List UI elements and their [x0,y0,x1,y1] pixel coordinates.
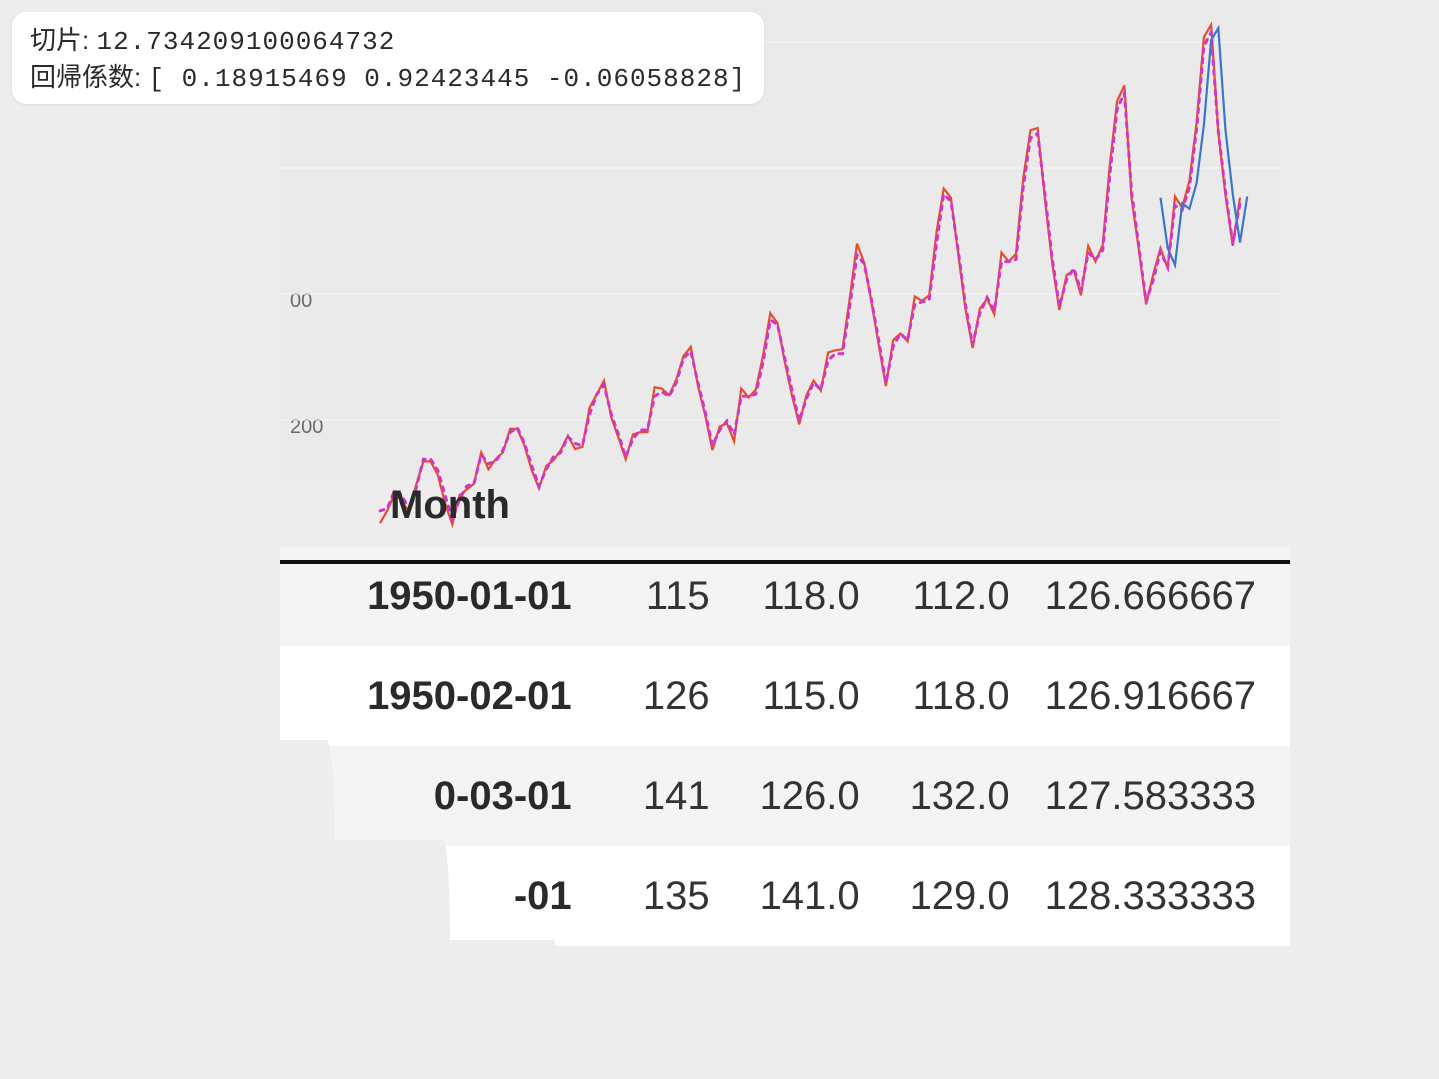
table-divider [280,560,1290,564]
intercept-value: 12.734209100064732 [96,27,395,57]
row-month: 1950-02-01 [280,646,594,746]
intercept-label: 切片: [30,25,89,55]
row-c3: 132.0 [894,746,1044,846]
table-row: 1950-02-01126115.0118.0126.916667 [280,646,1290,746]
series-predicted [380,33,1240,520]
row-c1: 126 [594,646,744,746]
crop-mask [280,740,335,840]
table-row: 0-03-01141126.0132.0127.583333 [280,746,1290,846]
crop-mask [280,940,560,1060]
row-c4: 126.916667 [1044,646,1290,746]
coef-values: [ 0.18915469 0.92423445 -0.06058828] [148,64,746,94]
coef-label: 回帰係数: [30,62,141,92]
row-c4: 127.583333 [1044,746,1290,846]
row-c2: 115.0 [744,646,894,746]
row-c3: 129.0 [894,846,1044,946]
intercept-line: 切片: 12.734209100064732 [30,20,746,57]
row-c4: 128.333333 [1044,846,1290,946]
row-c1: 141 [594,746,744,846]
coef-line: 回帰係数: [ 0.18915469 0.92423445 -0.0605882… [30,57,746,94]
row-c3: 118.0 [894,646,1044,746]
row-c1: 135 [594,846,744,946]
crop-mask [280,840,450,940]
model-info-card: 切片: 12.734209100064732 回帰係数: [ 0.1891546… [12,12,764,104]
col-month: Month [280,475,594,546]
row-c2: 126.0 [744,746,894,846]
row-c2: 141.0 [744,846,894,946]
